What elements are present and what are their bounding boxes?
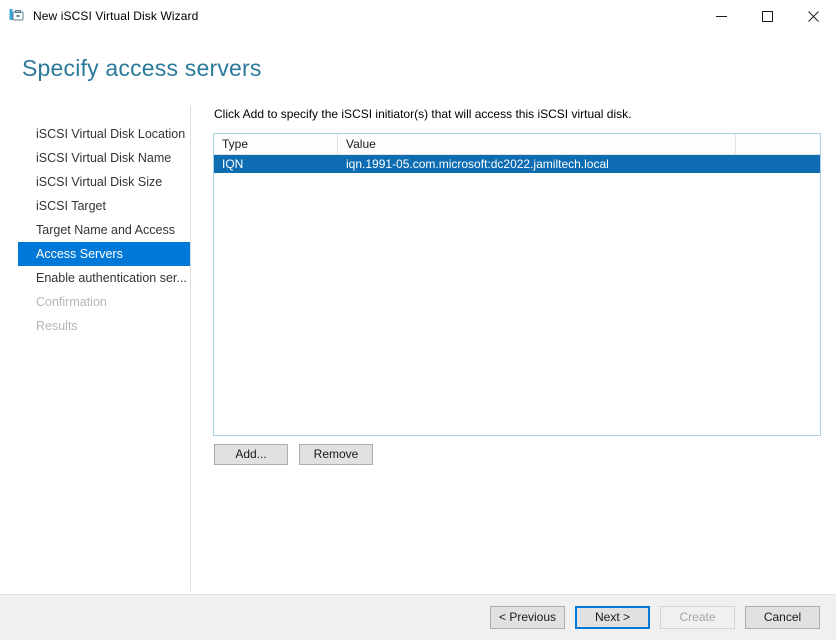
sidebar-item-iscsi-virtual-disk-location[interactable]: iSCSI Virtual Disk Location	[18, 122, 190, 146]
previous-button[interactable]: < Previous	[490, 606, 565, 629]
maximize-button[interactable]	[744, 0, 790, 32]
sidebar-item-iscsi-virtual-disk-name[interactable]: iSCSI Virtual Disk Name	[18, 146, 190, 170]
window-title: New iSCSI Virtual Disk Wizard	[33, 9, 199, 23]
sidebar-item-iscsi-virtual-disk-size[interactable]: iSCSI Virtual Disk Size	[18, 170, 190, 194]
add-button[interactable]: Add...	[214, 444, 288, 465]
column-header-extra[interactable]	[736, 134, 820, 154]
sidebar-item-target-name-and-access[interactable]: Target Name and Access	[18, 218, 190, 242]
sidebar-item-results: Results	[36, 319, 78, 333]
wizard-content: iSCSI Virtual Disk Location iSCSI Virtua…	[0, 96, 836, 594]
page-title: Specify access servers	[22, 55, 262, 81]
minimize-button[interactable]	[698, 0, 744, 32]
wizard-footer: < Previous Next > Create Cancel	[0, 594, 836, 640]
access-servers-list[interactable]: Type Value IQN iqn.1991-05.com.microsoft…	[213, 133, 821, 436]
footer-buttons: < Previous Next > Create Cancel	[490, 606, 820, 629]
table-header: Type Value	[214, 134, 820, 155]
next-button[interactable]: Next >	[575, 606, 650, 629]
iscsi-disk-icon	[9, 8, 25, 24]
sidebar-item-access-servers[interactable]: Access Servers	[18, 242, 190, 266]
column-header-type[interactable]: Type	[214, 134, 338, 154]
instruction-text: Click Add to specify the iSCSI initiator…	[214, 107, 632, 121]
close-icon	[807, 10, 819, 22]
cell-type: IQN	[222, 157, 244, 171]
nav-divider	[190, 106, 191, 591]
main-pane: Click Add to specify the iSCSI initiator…	[213, 96, 823, 594]
remove-button[interactable]: Remove	[299, 444, 373, 465]
window-controls	[698, 0, 836, 32]
sidebar-item-enable-authentication[interactable]: Enable authentication ser...	[18, 266, 190, 290]
list-actions: Add... Remove	[214, 444, 373, 465]
create-button: Create	[660, 606, 735, 629]
cell-value: iqn.1991-05.com.microsoft:dc2022.jamilte…	[346, 157, 609, 171]
title-bar: New iSCSI Virtual Disk Wizard	[0, 0, 836, 32]
table-row[interactable]: IQN iqn.1991-05.com.microsoft:dc2022.jam…	[214, 155, 820, 173]
cancel-button[interactable]: Cancel	[745, 606, 820, 629]
sidebar-item-confirmation: Confirmation	[36, 295, 107, 309]
close-button[interactable]	[790, 0, 836, 32]
column-header-value[interactable]: Value	[338, 134, 736, 154]
maximize-icon	[761, 10, 773, 22]
wizard-step-list: iSCSI Virtual Disk Location iSCSI Virtua…	[0, 96, 190, 594]
sidebar-item-iscsi-target[interactable]: iSCSI Target	[18, 194, 190, 218]
minimize-icon	[715, 15, 727, 17]
